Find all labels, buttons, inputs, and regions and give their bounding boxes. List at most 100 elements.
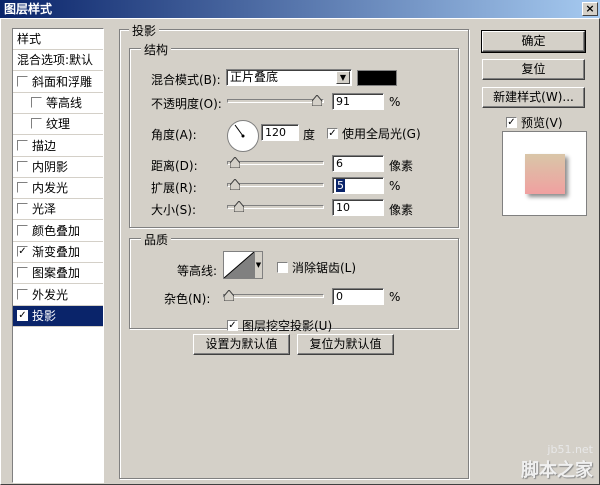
spread-input[interactable]: 5 — [332, 177, 384, 194]
sidebar-item[interactable]: 混合选项:默认 — [13, 50, 103, 72]
noise-slider-thumb[interactable] — [224, 290, 234, 301]
angle-input[interactable]: 120 — [261, 124, 299, 141]
sidebar-item-label: 外发光 — [32, 287, 69, 302]
preview-swatch — [525, 154, 565, 194]
sidebar-item[interactable]: 外发光 — [13, 285, 103, 306]
antialias-label: 消除锯齿(L) — [292, 261, 357, 275]
quality-title: 品质 — [141, 231, 172, 248]
new-style-button[interactable]: 新建样式(W)... — [482, 87, 585, 108]
shadow-color-swatch[interactable] — [357, 70, 397, 86]
structure-title: 结构 — [141, 41, 172, 58]
sidebar-item-label: 样式 — [17, 32, 42, 46]
angle-unit: 度 — [303, 128, 316, 142]
sidebar-item-label: 混合选项:默认 — [17, 53, 94, 68]
window-title: 图层样式 — [4, 2, 53, 16]
sidebar-item[interactable]: 描边 — [13, 136, 103, 157]
sidebar-item-label: 投影 — [32, 308, 57, 323]
sidebar-item[interactable]: ✓ 投影 — [13, 305, 103, 327]
sidebar-item-check[interactable] — [17, 224, 28, 236]
sidebar-item[interactable]: 样式 — [13, 29, 103, 50]
sidebar-item[interactable]: 颜色叠加 — [13, 221, 103, 242]
sidebar-item-check[interactable] — [31, 118, 42, 130]
noise-slider[interactable] — [223, 290, 324, 301]
sidebar-item-label: 斜面和浮雕 — [32, 74, 93, 89]
global-light-check[interactable]: ✓ — [327, 128, 338, 139]
reset-button[interactable]: 复位 — [482, 59, 585, 80]
angle-dial[interactable] — [227, 120, 259, 152]
distance-input[interactable]: 6 — [332, 155, 384, 172]
chevron-down-icon: ▼ — [336, 71, 350, 84]
layer-style-dialog: 样式混合选项:默认斜面和浮雕等高线纹理描边 内阴影内发光光泽颜色叠加 ✓ 渐变叠加图案… — [0, 18, 600, 485]
sidebar-item-check[interactable] — [17, 182, 28, 194]
sidebar-item[interactable]: 等高线 — [13, 93, 103, 114]
opacity-slider-thumb[interactable] — [312, 95, 322, 106]
preview-check[interactable]: ✓ — [506, 117, 517, 128]
global-light-checkbox[interactable]: ✓ 使用全局光(G) — [327, 125, 421, 142]
watermark: jb51.net 脚本之家 — [521, 443, 593, 482]
distance-slider[interactable] — [227, 157, 324, 168]
size-slider[interactable] — [227, 201, 324, 212]
spread-slider[interactable] — [227, 179, 324, 190]
antialias-checkbox[interactable]: 消除锯齿(L) — [277, 259, 356, 276]
sidebar-item-label: 颜色叠加 — [32, 223, 81, 238]
sidebar-item-check[interactable] — [17, 75, 28, 87]
blend-mode-value: 正片叠底 — [230, 70, 279, 84]
spread-slider-thumb[interactable] — [230, 179, 240, 190]
sidebar-item[interactable]: 纹理 — [13, 114, 103, 136]
sidebar-item-check[interactable]: ✓ — [17, 309, 28, 321]
size-label: 大小(S): — [151, 203, 197, 217]
knockout-check[interactable]: ✓ — [227, 320, 238, 331]
sidebar-item-check[interactable]: ✓ — [17, 246, 28, 257]
preview-label: 预览(V) — [521, 116, 563, 130]
watermark-url: jb51.net — [547, 443, 593, 456]
sidebar-item-check[interactable] — [17, 267, 28, 279]
knockout-checkbox[interactable]: ✓ 图层挖空投影(U) — [227, 317, 332, 334]
sidebar-item-check[interactable] — [17, 203, 28, 215]
contour-picker[interactable]: ▼ — [223, 251, 263, 279]
sidebar-item[interactable]: 内阴影 — [13, 157, 103, 178]
sidebar-item[interactable]: 斜面和浮雕 — [13, 72, 103, 93]
spread-unit: % — [389, 179, 401, 193]
size-input[interactable]: 10 — [332, 199, 384, 216]
sidebar-item-label: 纹理 — [46, 117, 71, 132]
angle-label: 角度(A): — [151, 128, 197, 142]
sidebar-item-check[interactable] — [17, 160, 28, 172]
make-default-button[interactable]: 设置为默认值 — [193, 334, 290, 355]
opacity-unit: % — [389, 95, 401, 109]
noise-input[interactable]: 0 — [332, 288, 384, 305]
distance-slider-thumb[interactable] — [230, 157, 240, 168]
opacity-label: 不透明度(O): — [151, 97, 222, 111]
contour-chevron-icon[interactable]: ▼ — [254, 252, 262, 278]
contour-label: 等高线: — [177, 264, 218, 278]
angle-needle-icon — [234, 124, 245, 138]
sidebar-item-check[interactable] — [17, 139, 28, 151]
spread-value: 5 — [336, 179, 345, 192]
sidebar-item-label: 内发光 — [32, 181, 69, 196]
global-light-label: 使用全局光(G) — [342, 127, 421, 141]
spread-label: 扩展(R): — [151, 181, 197, 195]
sidebar-item[interactable]: 光泽 — [13, 199, 103, 221]
panel-title: 投影 — [129, 22, 160, 39]
blend-mode-label: 混合模式(B): — [151, 73, 221, 87]
knockout-label: 图层挖空投影(U) — [242, 319, 333, 333]
preview-checkbox[interactable]: ✓ 预览(V) — [506, 114, 563, 131]
sidebar-item-label: 光泽 — [32, 202, 57, 217]
contour-linear-icon — [223, 251, 255, 279]
noise-label: 杂色(N): — [164, 292, 211, 306]
sidebar-item[interactable]: 图案叠加 — [13, 263, 103, 285]
close-button[interactable]: × — [582, 2, 598, 16]
ok-button[interactable]: 确定 — [481, 30, 586, 53]
sidebar-item[interactable]: ✓ 渐变叠加 — [13, 242, 103, 263]
size-slider-thumb[interactable] — [234, 201, 244, 212]
distance-label: 距离(D): — [151, 159, 198, 173]
blend-mode-select[interactable]: 正片叠底 ▼ — [226, 69, 352, 86]
reset-default-button[interactable]: 复位为默认值 — [297, 334, 394, 355]
antialias-check[interactable] — [277, 262, 288, 273]
opacity-slider[interactable] — [227, 95, 324, 106]
sidebar-item[interactable]: 内发光 — [13, 178, 103, 200]
distance-unit: 像素 — [389, 159, 414, 173]
sidebar-item-check[interactable] — [17, 288, 28, 300]
sidebar-item-check[interactable] — [31, 96, 42, 108]
sidebar-item-label: 渐变叠加 — [32, 245, 81, 259]
opacity-input[interactable]: 91 — [332, 93, 384, 110]
